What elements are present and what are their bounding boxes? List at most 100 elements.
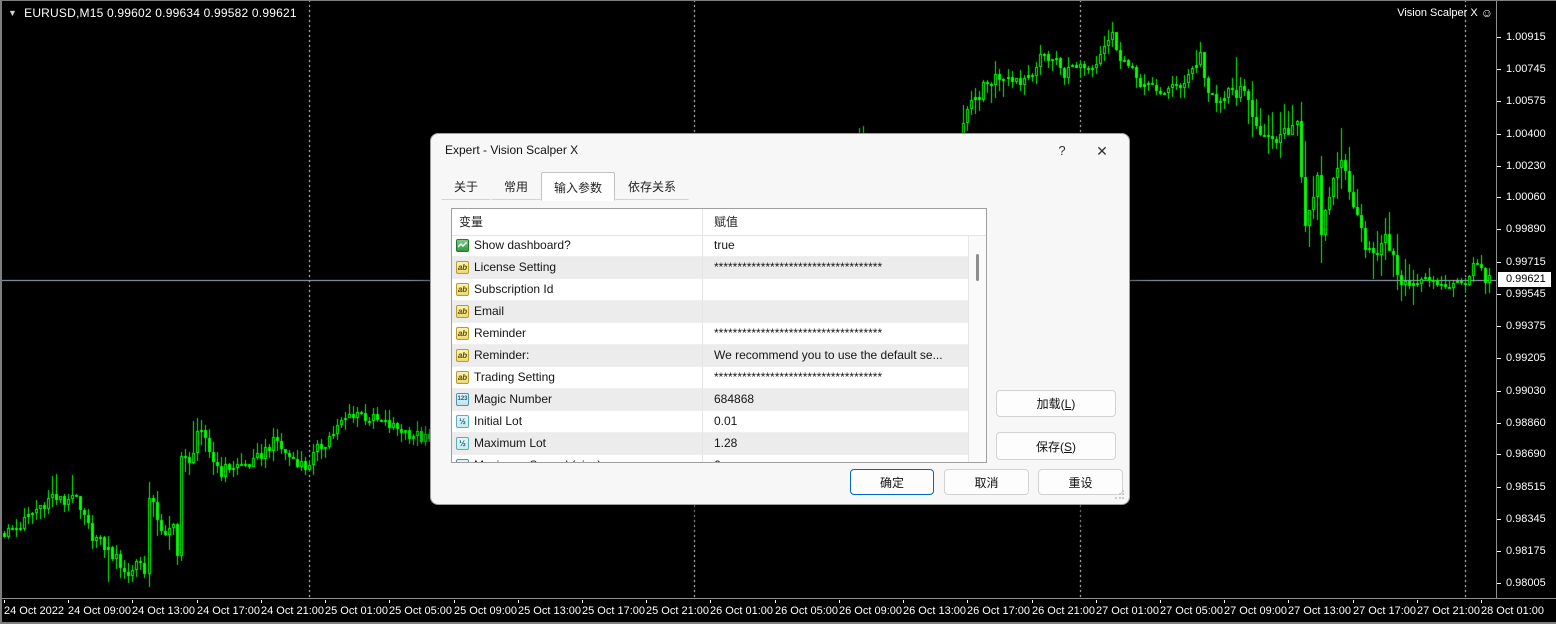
param-value[interactable]: 6 <box>702 455 969 462</box>
time-tick-label: 25 Oct 17:00 <box>582 605 645 617</box>
time-tick-mark <box>1032 600 1033 603</box>
param-row[interactable]: abReminder:We recommend you to use the d… <box>452 345 969 367</box>
help-button[interactable]: ? <box>1047 140 1077 162</box>
param-type-icon-string: ab <box>456 261 469 274</box>
symbol-ohlc-text: EURUSD,M15 0.99602 0.99634 0.99582 0.996… <box>24 6 297 20</box>
price-tick-label: 0.98345 <box>1506 513 1546 525</box>
price-tick-label: 0.98515 <box>1506 481 1546 493</box>
param-type-icon-bool <box>456 239 469 252</box>
price-axis[interactable]: 0.99621 1.009151.007451.005751.004001.00… <box>1497 0 1556 598</box>
time-tick-label: 27 Oct 05:00 <box>1160 605 1223 617</box>
dialog-titlebar[interactable]: Expert - Vision Scalper X ? ✕ <box>431 134 1129 168</box>
reset-button[interactable]: 重设 <box>1038 469 1123 495</box>
cancel-button[interactable]: 取消 <box>944 469 1029 495</box>
close-icon[interactable]: ✕ <box>1087 140 1117 162</box>
param-row[interactable]: abLicense Setting***********************… <box>452 257 969 279</box>
param-row[interactable]: 123Maximum Spread (pips)6 <box>452 455 969 462</box>
price-tick-mark <box>1497 454 1501 455</box>
column-divider <box>702 209 703 462</box>
param-type-icon-int: 123 <box>456 393 469 406</box>
param-type-icon-string: ab <box>456 327 469 340</box>
table-scrollbar[interactable] <box>968 235 986 462</box>
time-tick-mark <box>839 600 840 603</box>
param-value[interactable]: ************************************ <box>702 323 969 344</box>
param-value[interactable]: 0.01 <box>702 411 969 432</box>
param-value[interactable]: 1.28 <box>702 433 969 454</box>
dialog-resize-grip[interactable] <box>1114 490 1124 500</box>
param-name: Reminder <box>474 323 526 344</box>
time-tick-label: 27 Oct 13:00 <box>1288 605 1351 617</box>
price-tick-label: 0.98860 <box>1506 417 1546 429</box>
column-header-variable: 变量 <box>459 209 483 235</box>
price-tick-mark <box>1497 37 1501 38</box>
ok-button[interactable]: 确定 <box>850 469 934 495</box>
time-tick-mark <box>518 600 519 603</box>
time-tick-label: 25 Oct 13:00 <box>518 605 581 617</box>
time-tick-label: 28 Oct 01:00 <box>1481 605 1544 617</box>
param-row[interactable]: Show dashboard?true <box>452 235 969 257</box>
tab-about[interactable]: 关于 <box>441 174 491 200</box>
price-tick-mark <box>1497 166 1501 167</box>
param-value[interactable]: ************************************ <box>702 367 969 388</box>
load-button[interactable]: 加载(L) <box>996 390 1116 417</box>
tab-dependencies[interactable]: 依存关系 <box>615 174 689 200</box>
ea-smiley-icon[interactable]: ☺ <box>1481 7 1493 19</box>
price-tick-mark <box>1497 197 1501 198</box>
time-tick-label: 26 Oct 09:00 <box>839 605 902 617</box>
expert-settings-dialog: Expert - Vision Scalper X ? ✕ 关于常用输入参数依存… <box>430 133 1130 505</box>
param-name: Trading Setting <box>474 367 555 388</box>
dialog-title: Expert - Vision Scalper X <box>445 143 578 157</box>
price-tick-label: 1.00230 <box>1506 160 1546 172</box>
time-tick-mark <box>1160 600 1161 603</box>
time-tick-label: 26 Oct 13:00 <box>903 605 966 617</box>
time-axis[interactable]: 24 Oct 202224 Oct 09:0024 Oct 13:0024 Oc… <box>0 600 1556 621</box>
scrollbar-thumb[interactable] <box>976 254 979 281</box>
save-button[interactable]: 保存(S) <box>996 432 1116 460</box>
price-tick-label: 0.98690 <box>1506 448 1546 460</box>
current-price-tag: 0.99621 <box>1498 272 1551 287</box>
param-type-icon-int: 123 <box>456 459 469 462</box>
price-tick-mark <box>1497 326 1501 327</box>
price-tick-mark <box>1497 101 1501 102</box>
param-row[interactable]: 123Magic Number684868 <box>452 389 969 411</box>
price-tick-label: 0.99890 <box>1506 223 1546 235</box>
time-tick-label: 24 Oct 13:00 <box>132 605 195 617</box>
param-row[interactable]: ½Initial Lot0.01 <box>452 411 969 433</box>
price-tick-label: 0.99205 <box>1506 352 1546 364</box>
param-name: Subscription Id <box>474 279 553 300</box>
time-tick-mark <box>903 600 904 603</box>
param-value[interactable]: We recommend you to use the default se..… <box>702 345 969 366</box>
price-tick-label: 0.99545 <box>1506 288 1546 300</box>
window-edge-top <box>0 0 1556 1</box>
param-row[interactable]: abSubscription Id <box>452 279 969 301</box>
tab-common[interactable]: 常用 <box>491 174 541 200</box>
time-tick-label: 26 Oct 21:00 <box>1032 605 1095 617</box>
plot-bottom-divider <box>0 598 1556 599</box>
tab-inputs[interactable]: 输入参数 <box>541 172 615 201</box>
time-tick-mark <box>646 600 647 603</box>
param-type-icon-string: ab <box>456 371 469 384</box>
price-tick-label: 0.99030 <box>1506 385 1546 397</box>
param-row[interactable]: abEmail <box>452 301 969 323</box>
price-tick-mark <box>1497 134 1501 135</box>
param-value[interactable]: ************************************ <box>702 257 969 278</box>
param-value[interactable] <box>702 279 969 300</box>
window-edge-left <box>0 0 2 624</box>
param-value[interactable]: 684868 <box>702 389 969 410</box>
price-tick-mark <box>1497 423 1501 424</box>
ea-name-label: Vision Scalper X <box>1397 7 1478 19</box>
price-tick-label: 1.00745 <box>1506 63 1546 75</box>
param-value[interactable]: true <box>702 235 969 256</box>
time-tick-label: 27 Oct 09:00 <box>1224 605 1287 617</box>
price-tick-label: 1.00915 <box>1506 31 1546 43</box>
chart-dropdown-icon[interactable]: ▼ <box>8 9 17 18</box>
param-row[interactable]: ½Maximum Lot1.28 <box>452 433 969 455</box>
param-value[interactable] <box>702 301 969 322</box>
time-tick-label: 27 Oct 17:00 <box>1353 605 1416 617</box>
param-row[interactable]: ab Trading Setting ***********************… <box>452 367 969 389</box>
param-row[interactable]: ab Reminder ******************************… <box>452 323 969 345</box>
time-tick-mark <box>710 600 711 603</box>
time-tick-mark <box>582 600 583 603</box>
price-tick-mark <box>1497 519 1501 520</box>
price-tick-label: 1.00400 <box>1506 128 1546 140</box>
